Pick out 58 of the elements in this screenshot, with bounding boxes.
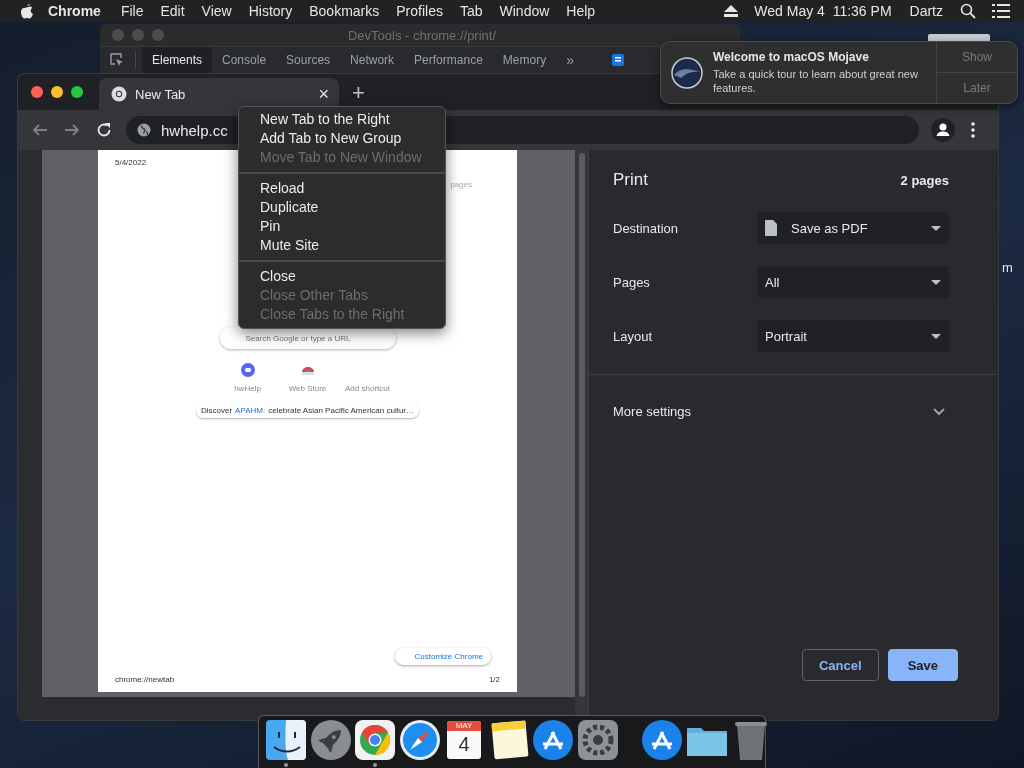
clock[interactable]: Wed May 4 11:36 PM — [754, 3, 892, 19]
search-field[interactable]: Search Google or type a URL — [219, 327, 396, 349]
promo-link[interactable]: APAHM: — [235, 406, 266, 415]
page-count: 2 pages — [900, 172, 949, 188]
devtools-tab[interactable]: Sources — [276, 47, 341, 73]
promo-chip[interactable]: Discover APAHM: celebrate Asian Pacific American cultur… — [195, 403, 419, 418]
devtools-tab[interactable]: Performance — [404, 47, 493, 73]
shortcut-label[interactable]: Add shortcut — [345, 384, 390, 393]
menu-item[interactable]: Reload — [239, 179, 445, 198]
menu-item[interactable]: Profiles — [396, 3, 443, 19]
promo-text: Discover — [200, 406, 233, 415]
menu-item[interactable]: Window — [499, 3, 550, 19]
setting-label: Pages — [613, 274, 651, 290]
menu-item[interactable]: Help — [566, 3, 596, 19]
menu-item[interactable]: File — [120, 3, 144, 19]
menu-item[interactable]: Tab — [459, 3, 483, 19]
menu-item[interactable]: Close — [239, 267, 445, 286]
save-button[interactable]: Save — [887, 649, 958, 681]
tab-close-button[interactable]: × — [318, 83, 329, 105]
shortcut-label[interactable]: hwHelp — [234, 384, 261, 393]
more-tabs-button[interactable]: » — [556, 52, 584, 68]
tab-title: New Tab — [135, 86, 187, 102]
app-menu[interactable]: Chrome — [48, 3, 101, 19]
calendar-icon[interactable]: MAY 4 — [447, 721, 481, 759]
page-footer-url: chrome://newtab — [115, 675, 175, 684]
notification-title: Welcome to macOS Mojave — [713, 50, 870, 64]
url-text: hwhelp.cc — [161, 121, 228, 139]
setting-dropdown[interactable]: Save as PDF — [757, 212, 949, 244]
page-header-text: pages — [450, 180, 472, 189]
menu-item[interactable]: Duplicate — [239, 198, 445, 217]
page-date: 5/4/2022 — [115, 158, 147, 167]
window-title: DevTools - chrome://print/ — [346, 27, 498, 43]
print-title: Print — [613, 170, 648, 190]
page-number: 1/2 — [488, 675, 500, 684]
user-name[interactable]: Dartz — [909, 3, 943, 19]
new-tab-button[interactable]: + — [352, 80, 365, 106]
notification-text: Take a quick tour to learn about great new features. — [713, 67, 919, 95]
promo-text: celebrate Asian Pacific American cultur… — [268, 406, 414, 415]
shortcut-label[interactable]: Web Store — [288, 384, 327, 393]
more-settings-toggle[interactable]: More settings — [613, 375, 945, 447]
setting-label: Layout — [613, 328, 654, 344]
menu-item[interactable]: Edit — [160, 3, 185, 19]
setting-dropdown[interactable]: All — [757, 266, 949, 298]
menu-item[interactable]: Pin — [239, 217, 445, 236]
menu-item[interactable]: Bookmarks — [309, 3, 380, 19]
menu-item[interactable]: Mute Site — [239, 236, 445, 255]
setting-label: Destination — [613, 220, 680, 236]
setting-dropdown[interactable]: Portrait — [757, 320, 949, 352]
menu-item[interactable]: View — [201, 3, 232, 19]
devtools-tab[interactable]: Console — [212, 47, 277, 73]
browser-tab[interactable]: New Tab × — [99, 78, 339, 110]
menu-item[interactable]: History — [248, 3, 293, 19]
devtools-tab[interactable]: Network — [340, 47, 405, 73]
devtools-tab[interactable]: Memory — [492, 47, 557, 73]
devtools-tab[interactable]: Elements — [142, 47, 213, 73]
cancel-button[interactable]: Cancel — [802, 649, 879, 681]
desktop-icon-label: m — [1002, 260, 1013, 275]
customize-button[interactable]: Customize Chrome — [394, 648, 491, 665]
